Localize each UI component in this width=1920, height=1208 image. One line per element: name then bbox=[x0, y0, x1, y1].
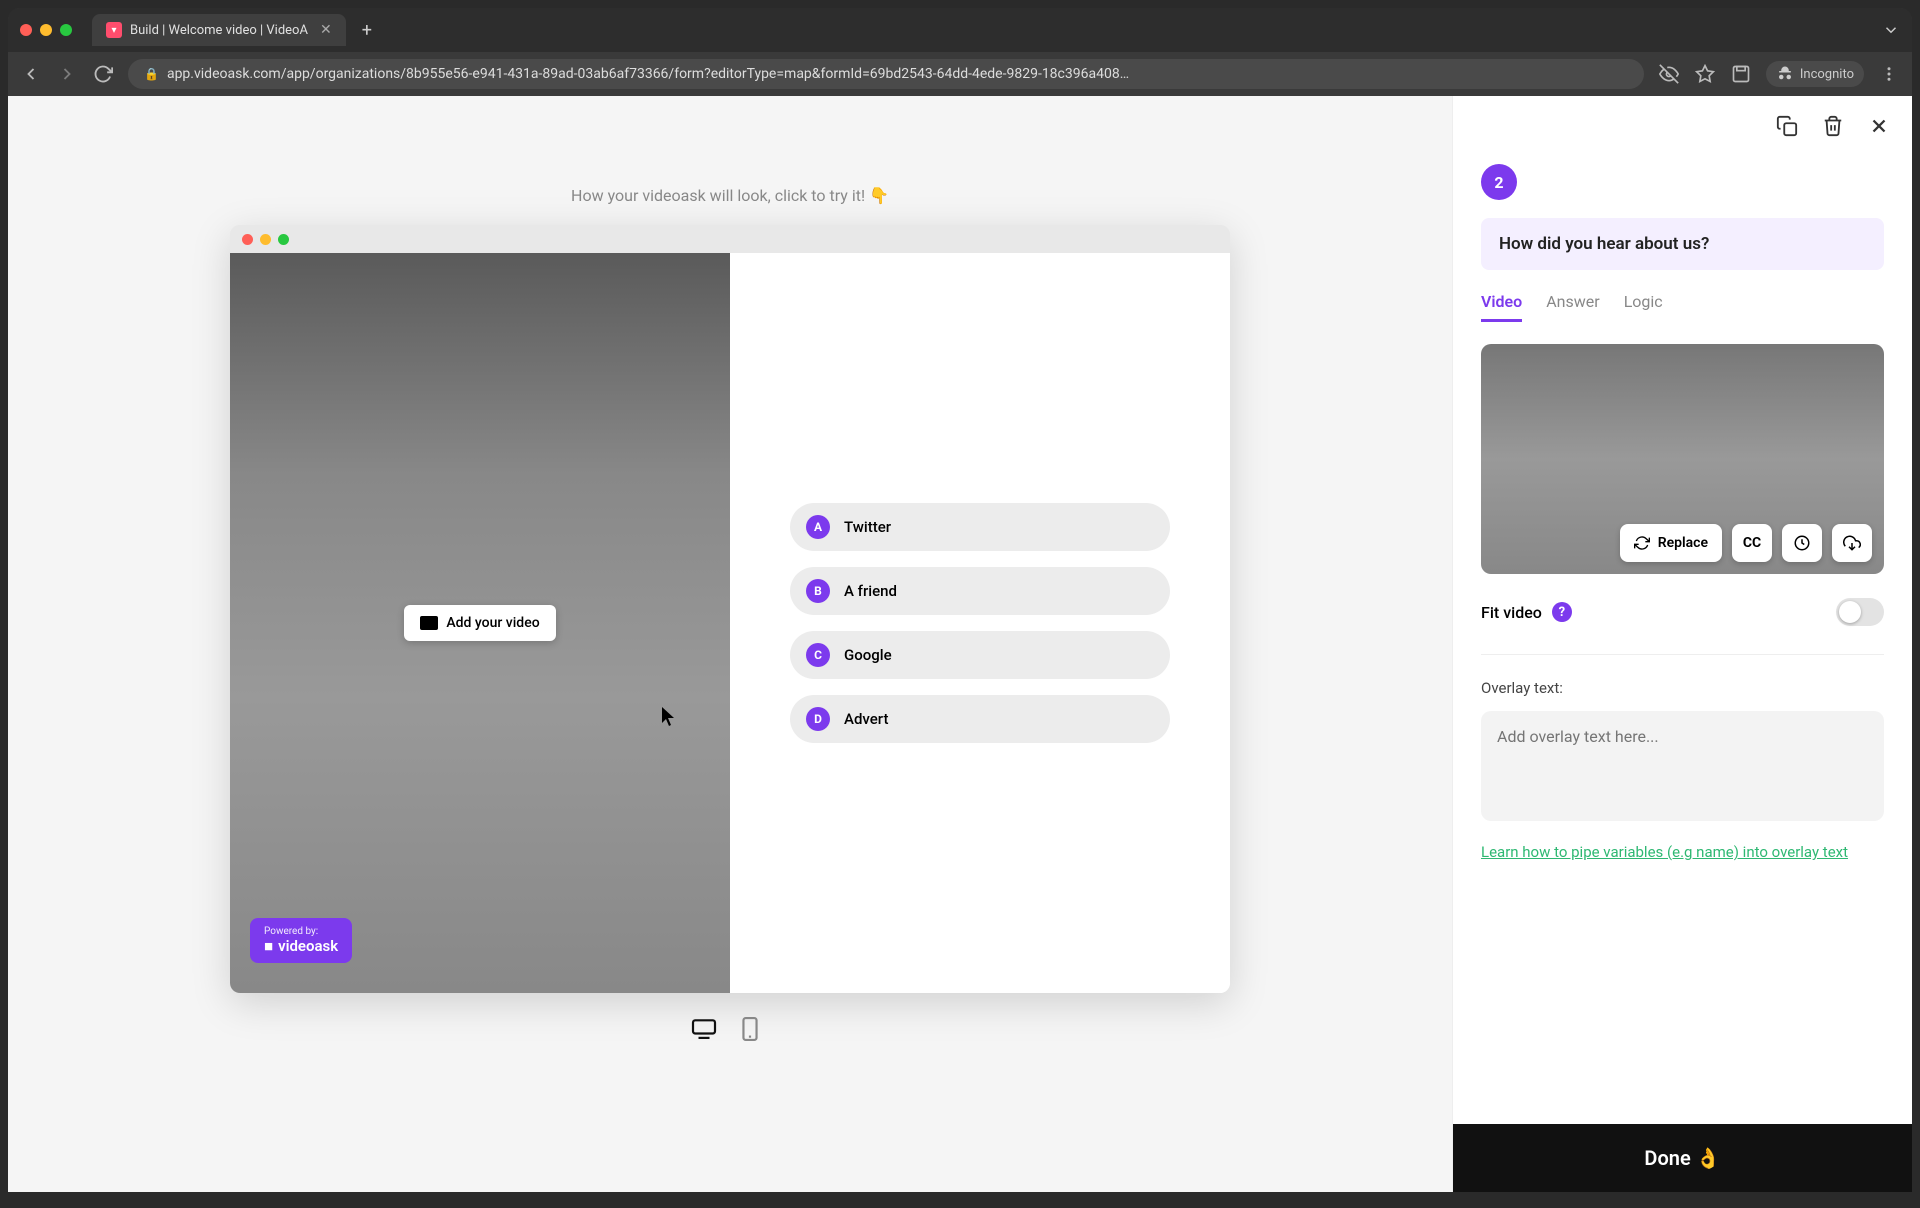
option-letter-badge: C bbox=[806, 643, 830, 667]
replace-icon bbox=[1634, 535, 1650, 551]
video-thumbnail[interactable]: Replace CC bbox=[1481, 344, 1884, 574]
tab-favicon-icon: ▾ bbox=[106, 22, 122, 38]
option-label: Twitter bbox=[844, 518, 891, 536]
option-twitter[interactable]: A Twitter bbox=[790, 503, 1170, 551]
eye-off-icon[interactable] bbox=[1658, 63, 1680, 85]
fit-video-help-icon[interactable]: ? bbox=[1552, 602, 1572, 622]
step-editor-sidebar: 2 How did you hear about us? Video Answe… bbox=[1452, 96, 1912, 1192]
cloud-download-icon bbox=[1843, 534, 1861, 552]
preview-caption: How your videoask will look, click to tr… bbox=[571, 186, 889, 205]
fit-video-label: Fit video bbox=[1481, 603, 1542, 622]
preview-titlebar bbox=[230, 225, 1230, 253]
done-label: Done 👌 bbox=[1644, 1146, 1720, 1170]
option-letter-badge: B bbox=[806, 579, 830, 603]
adjust-icon bbox=[1793, 534, 1811, 552]
option-label: Advert bbox=[844, 710, 888, 728]
incognito-badge[interactable]: Incognito bbox=[1766, 61, 1864, 87]
step-number-badge: 2 bbox=[1481, 164, 1517, 200]
captions-button[interactable]: CC bbox=[1732, 524, 1772, 562]
option-advert[interactable]: D Advert bbox=[790, 695, 1170, 743]
url-text: app.videoask.com/app/organizations/8b955… bbox=[167, 66, 1129, 82]
tab-answer[interactable]: Answer bbox=[1546, 292, 1599, 322]
divider bbox=[1481, 654, 1884, 655]
new-tab-button[interactable]: + bbox=[354, 20, 380, 41]
learn-variables-link[interactable]: Learn how to pipe variables (e.g name) i… bbox=[1481, 841, 1884, 864]
tab-logic[interactable]: Logic bbox=[1624, 292, 1663, 322]
overlay-text-label: Overlay text: bbox=[1481, 679, 1884, 697]
option-friend[interactable]: B A friend bbox=[790, 567, 1170, 615]
extensions-icon[interactable] bbox=[1730, 63, 1752, 85]
download-button[interactable] bbox=[1832, 524, 1872, 562]
nav-forward-button[interactable] bbox=[56, 63, 78, 85]
tab-close-icon[interactable]: ✕ bbox=[320, 22, 332, 38]
desktop-preview-button[interactable] bbox=[690, 1017, 718, 1039]
option-letter-badge: A bbox=[806, 515, 830, 539]
replace-label: Replace bbox=[1658, 535, 1708, 551]
browser-tab-bar: ▾ Build | Welcome video | VideoA ✕ + bbox=[8, 8, 1912, 52]
duplicate-button[interactable] bbox=[1776, 115, 1798, 137]
powered-by-prefix: Powered by: bbox=[264, 926, 338, 937]
window-traffic-lights bbox=[20, 24, 72, 36]
add-video-button[interactable]: Add your video bbox=[404, 605, 555, 641]
browser-menu-icon[interactable] bbox=[1878, 63, 1900, 85]
trash-icon bbox=[1822, 115, 1844, 137]
overlay-text-input[interactable] bbox=[1481, 711, 1884, 821]
option-google[interactable]: C Google bbox=[790, 631, 1170, 679]
url-input[interactable]: 🔒 app.videoask.com/app/organizations/8b9… bbox=[128, 59, 1644, 89]
window-minimize-icon[interactable] bbox=[40, 24, 52, 36]
preview-dot-green-icon bbox=[278, 234, 289, 245]
nav-reload-button[interactable] bbox=[92, 63, 114, 85]
powered-by-badge[interactable]: Powered by: ■ videoask bbox=[250, 918, 352, 963]
bookmark-star-icon[interactable] bbox=[1694, 63, 1716, 85]
add-video-label: Add your video bbox=[446, 615, 539, 631]
option-letter-badge: D bbox=[806, 707, 830, 731]
preview-canvas: How your videoask will look, click to tr… bbox=[8, 96, 1452, 1192]
done-button[interactable]: Done 👌 bbox=[1453, 1124, 1912, 1192]
preview-dot-yellow-icon bbox=[260, 234, 271, 245]
editor-tabs: Video Answer Logic bbox=[1481, 292, 1884, 322]
preview-options-panel: A Twitter B A friend C Google D bbox=[730, 253, 1230, 993]
close-icon bbox=[1868, 115, 1890, 137]
browser-tab[interactable]: ▾ Build | Welcome video | VideoA ✕ bbox=[92, 14, 346, 46]
incognito-icon bbox=[1776, 65, 1794, 83]
close-sidebar-button[interactable] bbox=[1868, 115, 1890, 137]
preview-video-area[interactable]: Add your video Powered by: ■ videoask bbox=[230, 253, 730, 993]
mobile-preview-button[interactable] bbox=[742, 1017, 770, 1039]
trim-button[interactable] bbox=[1782, 524, 1822, 562]
preview-window[interactable]: Add your video Powered by: ■ videoask bbox=[230, 225, 1230, 993]
powered-by-brand: videoask bbox=[278, 937, 338, 955]
delete-button[interactable] bbox=[1822, 115, 1844, 137]
device-preview-toggle bbox=[690, 1017, 770, 1039]
browser-url-bar: 🔒 app.videoask.com/app/organizations/8b9… bbox=[8, 52, 1912, 96]
tab-video[interactable]: Video bbox=[1481, 292, 1522, 322]
tab-title: Build | Welcome video | VideoA bbox=[130, 23, 308, 38]
preview-dot-red-icon bbox=[242, 234, 253, 245]
option-label: A friend bbox=[844, 582, 897, 600]
window-close-icon[interactable] bbox=[20, 24, 32, 36]
tab-overflow-icon[interactable] bbox=[1882, 21, 1900, 39]
nav-back-button[interactable] bbox=[20, 63, 42, 85]
incognito-label: Incognito bbox=[1800, 67, 1854, 82]
option-label: Google bbox=[844, 646, 892, 664]
cc-label: CC bbox=[1743, 535, 1761, 551]
window-maximize-icon[interactable] bbox=[60, 24, 72, 36]
replace-video-button[interactable]: Replace bbox=[1620, 524, 1722, 562]
camera-icon bbox=[420, 616, 438, 630]
fit-video-toggle[interactable] bbox=[1836, 598, 1884, 626]
videoask-logo-icon: ■ bbox=[264, 937, 273, 955]
copy-icon bbox=[1776, 115, 1798, 137]
question-title-input[interactable]: How did you hear about us? bbox=[1481, 218, 1884, 270]
lock-icon: 🔒 bbox=[144, 67, 159, 81]
